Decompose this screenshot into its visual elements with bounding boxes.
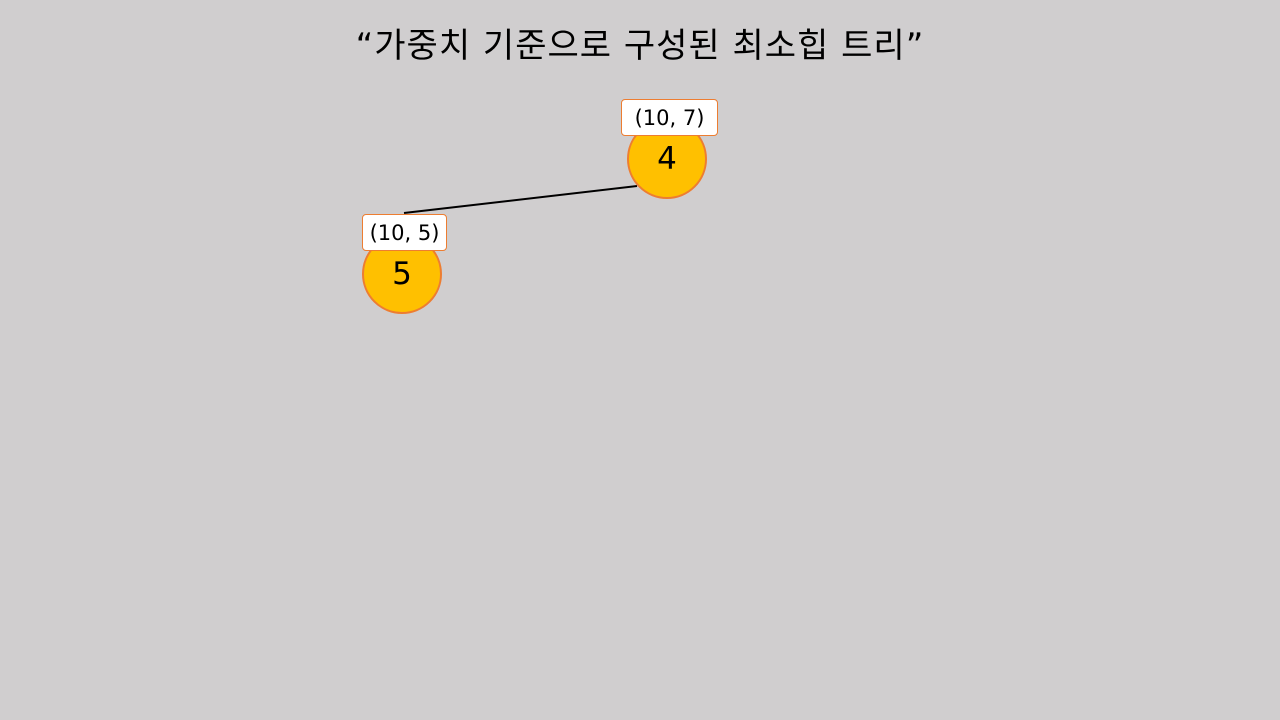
child-node-value: 5 bbox=[392, 256, 412, 292]
root-node-value: 4 bbox=[657, 141, 677, 177]
edge-root-to-child bbox=[403, 185, 638, 214]
slide: “가중치 기준으로 구성된 최소힙 트리” 4 (10, 7) 5 (10, 5… bbox=[0, 0, 1280, 720]
child-node-label: (10, 5) bbox=[362, 214, 447, 251]
root-node-label: (10, 7) bbox=[621, 99, 718, 136]
